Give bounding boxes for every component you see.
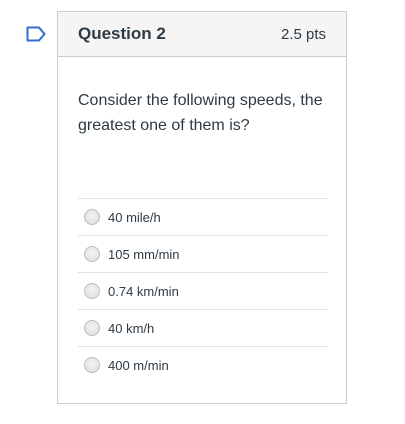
answer-list: 40 mile/h 105 mm/min 0.74 km/min 40 km/h… xyxy=(78,198,328,383)
radio-button[interactable] xyxy=(84,209,100,225)
answer-label: 105 mm/min xyxy=(108,246,180,262)
question-text: Consider the following speeds, the great… xyxy=(78,92,323,134)
radio-button[interactable] xyxy=(84,320,100,336)
question-header: Question 2 2.5 pts xyxy=(58,12,346,57)
radio-button[interactable] xyxy=(84,283,100,299)
answer-label: 400 m/min xyxy=(108,357,169,373)
answer-option[interactable]: 40 mile/h xyxy=(78,198,328,235)
answer-label: 0.74 km/min xyxy=(108,283,179,299)
radio-button[interactable] xyxy=(84,246,100,262)
answer-option[interactable]: 40 km/h xyxy=(78,309,328,346)
radio-button[interactable] xyxy=(84,357,100,373)
answer-option[interactable]: 0.74 km/min xyxy=(78,272,328,309)
answer-label: 40 km/h xyxy=(108,320,155,336)
question-card: Question 2 2.5 pts Consider the followin… xyxy=(57,11,347,404)
question-points: 2.5 pts xyxy=(280,25,326,43)
question-title: Question 2 xyxy=(78,24,166,43)
answer-option[interactable]: 105 mm/min xyxy=(78,235,328,272)
answer-label: 40 mile/h xyxy=(108,209,161,225)
flag-question-icon[interactable] xyxy=(26,26,46,42)
answer-option[interactable]: 400 m/min xyxy=(78,346,328,383)
